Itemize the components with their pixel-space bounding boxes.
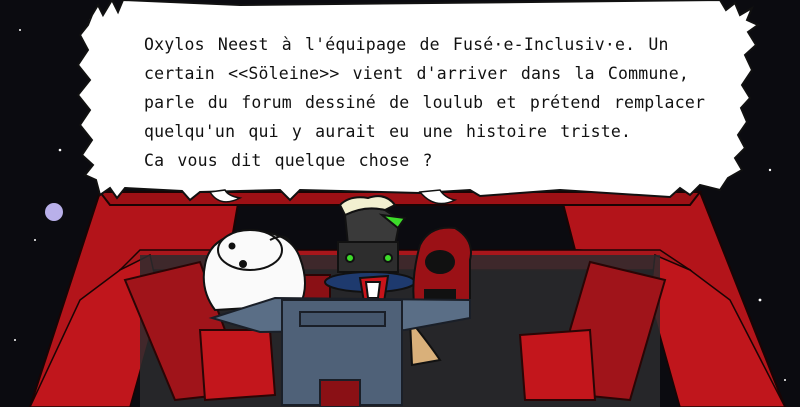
- purple-planet-left: [45, 203, 63, 221]
- dialogue-line-5: Ca vous dit quelque chose ?: [144, 151, 433, 170]
- dialogue-line-2: certain <<Söleine>> vient d'arriver dans…: [144, 64, 689, 83]
- dialogue-line-4: quelqu'un qui y aurait eu une histoire t…: [144, 122, 632, 141]
- dialogue-line-1: Oxylos Neest à l'équipage de Fusé·e-Incl…: [144, 35, 669, 54]
- dialogue-line-3: parle du forum dessiné de loulub et prét…: [144, 93, 706, 112]
- dialogue-text: Oxylos Neest à l'équipage de Fusé·e-Incl…: [144, 30, 724, 175]
